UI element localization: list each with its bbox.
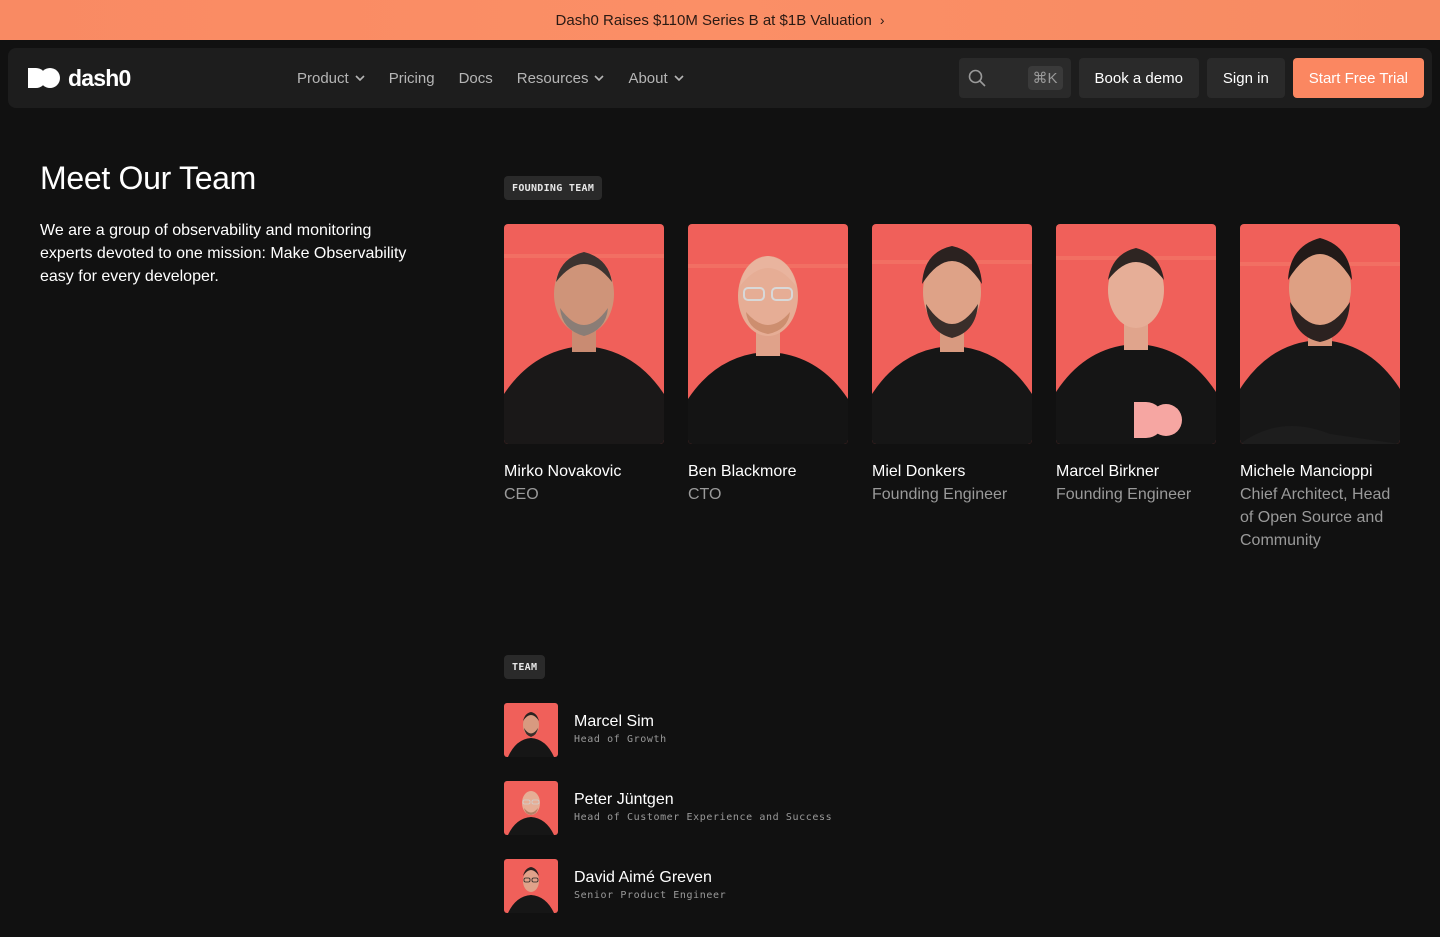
founder-card: Mirko Novakovic CEO	[504, 224, 664, 552]
chevron-right-icon: ›	[879, 12, 885, 28]
member-text: Marcel Sim Head of Growth	[574, 712, 667, 748]
member-name: Marcel Sim	[574, 713, 655, 730]
nav-item-pricing[interactable]: Pricing	[389, 70, 435, 87]
founder-role: Founding Engineer	[1056, 486, 1192, 503]
founder-photo	[1240, 224, 1400, 444]
nav-item-label: Pricing	[388, 69, 435, 87]
nav-item-docs[interactable]: Docs	[459, 70, 493, 87]
member-name: Peter Jüntgen	[574, 791, 674, 808]
founder-name: Michele Mancioppi	[1240, 463, 1373, 480]
chevron-down-icon	[355, 75, 365, 81]
member-role: Head of Growth	[574, 734, 667, 745]
start-free-trial-button[interactable]: Start Free Trial	[1292, 58, 1424, 98]
page-title: Meet Our Team	[40, 160, 257, 196]
member-photo	[504, 859, 558, 913]
member-role: Head of Customer Experience and Success	[574, 812, 833, 823]
team-tag: TEAM	[504, 655, 546, 679]
nav-item-about[interactable]: About	[628, 69, 684, 87]
founder-role: Chief Architect, Head of Open Source and…	[1240, 486, 1391, 549]
founder-card: Marcel Birkner Founding Engineer	[1056, 224, 1216, 552]
banner-text: Dash0 Raises $110M Series B at $1B Valua…	[555, 11, 872, 29]
member-photo	[504, 703, 558, 757]
founder-card: Ben Blackmore CTO	[688, 224, 848, 552]
member-name: David Aimé Greven	[574, 869, 712, 886]
founder-card: Miel Donkers Founding Engineer	[872, 224, 1032, 552]
chevron-down-icon	[594, 75, 605, 81]
founding-team-grid: Mirko Novakovic CEO Ben Blackmore CTO Mi…	[504, 224, 1400, 552]
member-role: Senior Product Engineer	[574, 890, 727, 901]
nav-item-label: Docs	[458, 69, 493, 87]
founder-name: Marcel Birkner	[1056, 463, 1160, 480]
keyboard-shortcut: ⌘K	[1027, 66, 1063, 90]
founder-name: Miel Donkers	[872, 463, 966, 480]
founder-name: Ben Blackmore	[688, 463, 797, 480]
nav-item-label: Resources	[516, 69, 589, 87]
member-text: Peter Jüntgen Head of Customer Experienc…	[574, 790, 832, 826]
search-button[interactable]: ⌘K	[958, 58, 1071, 98]
team-member: Marcel Sim Head of Growth	[504, 703, 832, 757]
announcement-banner[interactable]: Dash0 Raises $110M Series B at $1B Valua…	[0, 0, 1440, 40]
nav-item-label: About	[628, 69, 668, 87]
nav-links: Product Pricing Docs Resources About	[297, 48, 684, 108]
logo-text: dash0	[68, 64, 131, 91]
search-icon	[968, 69, 986, 87]
founder-role: CTO	[688, 486, 722, 503]
chevron-down-icon	[674, 75, 684, 81]
founder-photo	[872, 224, 1032, 444]
member-text: David Aimé Greven Senior Product Enginee…	[574, 868, 726, 904]
nav-item-resources[interactable]: Resources	[517, 70, 605, 87]
founder-photo	[504, 224, 664, 444]
intro-text: We are a group of observability and moni…	[40, 222, 407, 285]
top-navigation: dash0 Product Pricing Docs Resources Abo…	[8, 48, 1432, 108]
nav-item-product[interactable]: Product	[297, 70, 365, 87]
founder-photo	[688, 224, 848, 444]
logo[interactable]: dash0	[28, 48, 131, 108]
team-member: Peter Jüntgen Head of Customer Experienc…	[504, 781, 832, 835]
founder-role: CEO	[504, 486, 539, 503]
founder-photo	[1056, 224, 1216, 444]
book-demo-button[interactable]: Book a demo	[1078, 58, 1199, 98]
team-list: Marcel Sim Head of Growth Peter Jüntgen …	[504, 703, 832, 937]
dash0-logo-icon	[28, 68, 60, 88]
team-member: David Aimé Greven Senior Product Enginee…	[504, 859, 832, 913]
intro-section: Meet Our Team We are a group of observab…	[40, 160, 420, 288]
founder-card: Michele Mancioppi Chief Architect, Head …	[1240, 224, 1400, 552]
sign-in-button[interactable]: Sign in	[1206, 58, 1285, 98]
founder-name: Mirko Novakovic	[504, 463, 622, 480]
nav-item-label: Product	[297, 69, 349, 87]
founding-team-tag: FOUNDING TEAM	[504, 176, 603, 200]
member-photo	[504, 781, 558, 835]
nav-actions: ⌘K Book a demo Sign in Start Free Trial	[958, 58, 1424, 98]
founder-role: Founding Engineer	[872, 486, 1008, 503]
